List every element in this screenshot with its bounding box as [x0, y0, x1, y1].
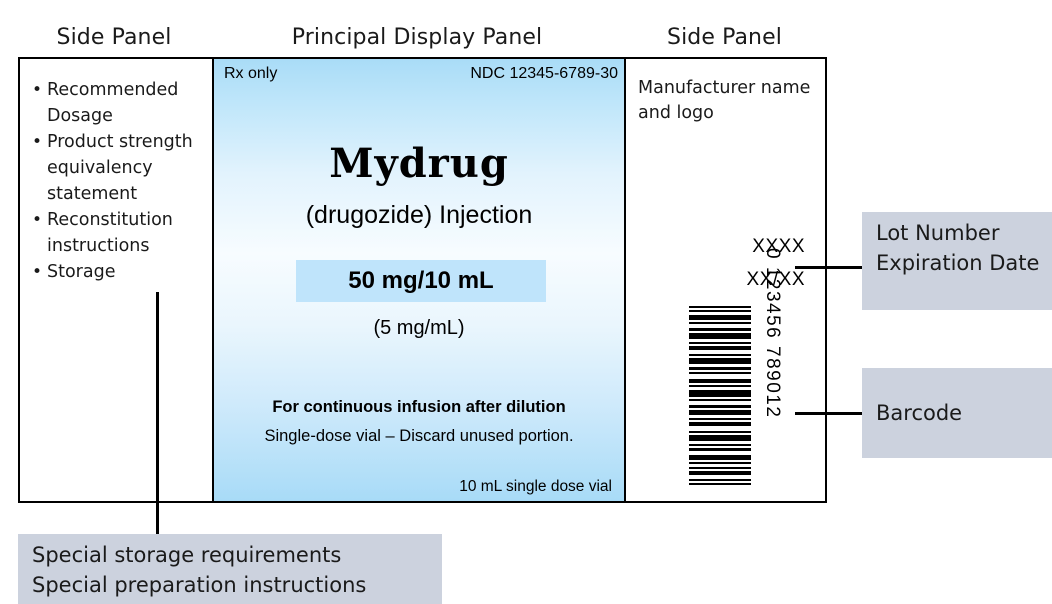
callout-barcode: Barcode	[862, 368, 1052, 458]
manufacturer-name-and-logo-placeholder: Manufacturer name and logo	[638, 78, 811, 123]
callout-special-preparation-label: Special preparation instructions	[32, 573, 367, 597]
rx-only-text: Rx only	[224, 65, 278, 82]
panel-title-principal-display: Principal Display Panel	[291, 25, 543, 50]
side-panel-left-bullet-list: Recommended Dosage Product strength equi…	[32, 77, 202, 285]
callout-special-storage-label: Special storage requirements	[32, 543, 342, 567]
list-item: Storage	[32, 259, 202, 285]
leader-line-storage	[156, 292, 159, 535]
callout-lot-number-expiration: Lot Number Expiration Date	[862, 212, 1052, 310]
generic-name-and-dosage-form: (drugozide) Injection	[305, 201, 533, 229]
ndc-number: NDC 12345-6789-30	[470, 65, 618, 82]
infusion-statement: For continuous infusion after dilution	[272, 398, 566, 416]
callout-barcode-label: Barcode	[876, 401, 963, 425]
panel-title-side-left: Side Panel	[56, 25, 172, 50]
vial-size-statement: 10 mL single dose vial	[459, 478, 612, 495]
callout-lot-number-label: Lot Number	[876, 221, 1000, 245]
single-dose-statement: Single-dose vial – Discard unused portio…	[264, 427, 574, 445]
side-panel-left: Recommended Dosage Product strength equi…	[20, 59, 212, 501]
leader-line-barcode	[795, 412, 863, 415]
principal-display-panel: Rx only NDC 12345-6789-30 Mydrug (drugoz…	[212, 59, 626, 501]
panel-title-side-right: Side Panel	[667, 25, 782, 50]
concentration-statement: (5 mg/mL)	[373, 317, 465, 339]
list-item: Product strength equivalency statement	[32, 129, 202, 207]
leader-line-lot-number	[795, 266, 863, 269]
brand-name: Mydrug	[329, 140, 509, 187]
callout-special-storage-preparation: Special storage requirements Special pre…	[18, 534, 442, 604]
strength-statement-box: 50 mg/10 mL	[296, 260, 546, 302]
callout-expiration-date-label: Expiration Date	[876, 251, 1040, 275]
barcode-bars-icon	[689, 306, 751, 491]
barcode-digits: 0 123456 789012	[762, 248, 783, 419]
pdp-header-row: Rx only NDC 12345-6789-30	[224, 65, 618, 83]
list-item: Recommended Dosage	[32, 77, 202, 129]
list-item: Reconstitution instructions	[32, 207, 202, 259]
